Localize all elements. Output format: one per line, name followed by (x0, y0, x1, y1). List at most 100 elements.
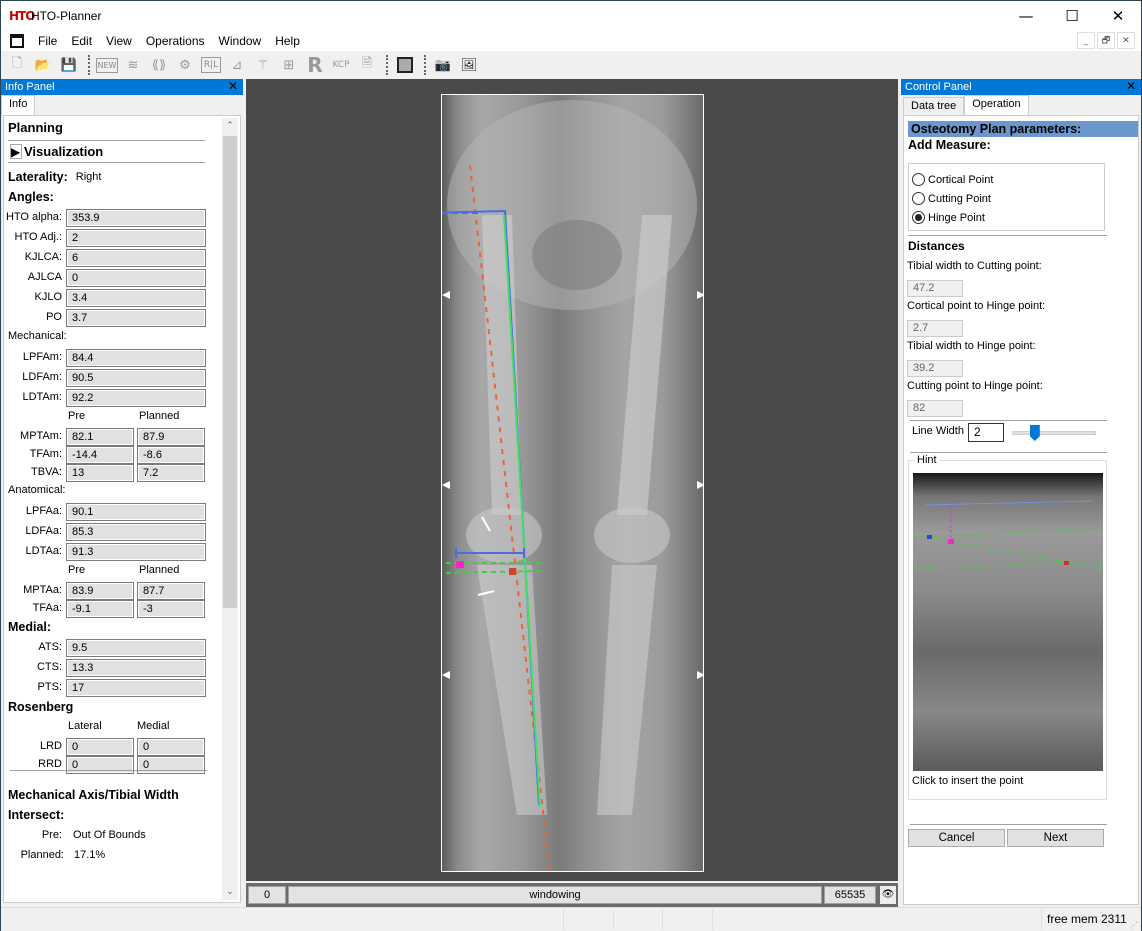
tab-info[interactable]: Info (1, 95, 36, 116)
scroll-up-icon[interactable]: ⌃ (222, 118, 238, 134)
value-field[interactable]: 13.3 (66, 659, 206, 677)
report-icon[interactable]: 🗎 (355, 54, 379, 76)
field-label: ATS: (38, 641, 62, 653)
radio-button-checked[interactable] (912, 211, 925, 224)
value-field[interactable]: 87.9 (137, 428, 205, 446)
tab-operation[interactable]: Operation (964, 95, 1029, 116)
value-field[interactable]: 2 (66, 229, 206, 247)
menu-help[interactable]: Help (268, 34, 307, 48)
line-width-slider-track[interactable] (1012, 425, 1096, 441)
image-icon[interactable]: 🖼 (457, 54, 481, 76)
waves-icon[interactable]: ⟪⟫ (147, 54, 171, 76)
value-field[interactable]: 0 (137, 738, 205, 756)
close-icon[interactable]: ✕ (1126, 79, 1136, 93)
hint-tibial-width-line (924, 500, 1094, 506)
ruler-angle-icon[interactable]: ⊿ (225, 54, 249, 76)
value-field[interactable]: 3.7 (66, 309, 206, 327)
field-label: LPFAa: (25, 505, 62, 517)
radio-hinge-point[interactable]: Hinge Point (912, 211, 985, 224)
eye-ruler-icon[interactable]: 👁 (880, 886, 896, 904)
value-field[interactable]: 0 (66, 269, 206, 287)
menu-view[interactable]: View (99, 34, 139, 48)
value-field[interactable]: 83.9 (66, 582, 134, 600)
menu-operations[interactable]: Operations (139, 34, 212, 48)
mechanical-heading: Mechanical: (8, 330, 67, 342)
axis-tool-icon[interactable]: ⚚ (251, 54, 275, 76)
value-field[interactable]: 3.4 (66, 289, 206, 307)
mdi-close-button[interactable]: ✕ (1117, 32, 1135, 49)
mdi-minimize-button[interactable]: _ (1077, 32, 1095, 49)
info-scrollbar[interactable]: ⌃ ⌄ (222, 118, 238, 900)
value-field[interactable]: 6 (66, 249, 206, 267)
new-file-icon[interactable]: 🗋 (5, 54, 29, 76)
value-field[interactable]: -3 (137, 600, 205, 618)
cortical-to-hinge-field[interactable]: 2.7 (907, 320, 963, 337)
open-folder-icon[interactable]: 📂 (31, 54, 55, 76)
xray-overlay (442, 100, 703, 871)
new-plan-icon[interactable]: NEW (95, 57, 119, 73)
next-button[interactable]: Next (1007, 829, 1104, 847)
scroll-down-icon[interactable]: ⌄ (222, 884, 238, 900)
camera-icon[interactable]: 📷 (431, 54, 455, 76)
laterality-label: Laterality: (8, 170, 68, 184)
value-field[interactable]: 0 (66, 738, 134, 756)
r-tool-icon[interactable]: R (307, 53, 322, 77)
value-field[interactable]: 9.5 (66, 639, 206, 657)
visualization-toggle[interactable]: ▶ Visualization (10, 144, 103, 159)
value-field[interactable]: 0 (66, 756, 134, 774)
value-field[interactable]: 90.1 (66, 503, 206, 521)
kcp-tool-icon[interactable]: KCP (332, 60, 349, 70)
value-field[interactable]: 84.4 (66, 349, 206, 367)
spine-icon[interactable]: ⚙ (173, 54, 197, 76)
value-field[interactable]: 0 (137, 756, 205, 774)
fill-square-icon[interactable] (397, 57, 413, 73)
resize-grip-icon[interactable]: ⋰ (1130, 921, 1138, 930)
value-field[interactable]: -14.4 (66, 446, 134, 464)
grid-tool-icon[interactable]: ⊞ (277, 54, 301, 76)
value-field[interactable]: 353.9 (66, 209, 206, 227)
window-system-icon[interactable] (10, 34, 24, 48)
line-width-slider-thumb[interactable] (1029, 425, 1040, 441)
menu-file[interactable]: File (31, 34, 64, 48)
windowing-slider[interactable]: windowing (288, 886, 822, 904)
scroll-thumb[interactable] (223, 136, 237, 608)
close-button[interactable]: ✕ (1095, 1, 1141, 31)
window-max-value[interactable]: 65535 (824, 886, 876, 904)
tibial-width-to-cutting-field[interactable]: 47.2 (907, 280, 963, 297)
value-field[interactable]: 92.2 (66, 389, 206, 407)
cancel-button[interactable]: Cancel (908, 829, 1005, 847)
image-viewport[interactable] (246, 79, 898, 881)
value-field[interactable]: -8.6 (137, 446, 205, 464)
value-field[interactable]: 13 (66, 464, 134, 482)
radio-cortical-point[interactable]: Cortical Point (912, 173, 993, 186)
toolbar-separator (88, 55, 90, 75)
mdi-restore-button[interactable]: 🗗 (1097, 32, 1115, 49)
value-field[interactable]: 87.7 (137, 582, 205, 600)
value-field[interactable]: 82.1 (66, 428, 134, 446)
value-field[interactable]: 17 (66, 679, 206, 697)
value-field[interactable]: -9.1 (66, 600, 134, 618)
value-field[interactable]: 91.3 (66, 543, 206, 561)
intersect-pre-value: Out Of Bounds (73, 829, 146, 841)
value-field[interactable]: 7.2 (137, 464, 205, 482)
close-icon[interactable]: ✕ (228, 79, 238, 93)
value-field[interactable]: 90.5 (66, 369, 206, 387)
rl-marker-icon[interactable]: R|L (200, 57, 222, 73)
radio-cutting-point[interactable]: Cutting Point (912, 192, 991, 205)
tibial-width-to-hinge-field[interactable]: 39.2 (907, 360, 963, 377)
line-width-input[interactable]: 2 (968, 423, 1004, 442)
value-field[interactable]: 85.3 (66, 523, 206, 541)
mech-axis-heading: Mechanical Axis/Tibial Width (8, 788, 179, 802)
window-min-value[interactable]: 0 (248, 886, 286, 904)
cutting-to-hinge-field[interactable]: 82 (907, 400, 963, 417)
radio-button[interactable] (912, 173, 925, 186)
save-icon[interactable]: 💾 (57, 54, 81, 76)
menu-window[interactable]: Window (212, 34, 269, 48)
tab-data-tree[interactable]: Data tree (903, 97, 965, 116)
radio-button[interactable] (912, 192, 925, 205)
minimize-button[interactable]: — (1003, 1, 1049, 31)
layers-icon[interactable]: ≋ (121, 54, 145, 76)
maximize-button[interactable]: ☐ (1049, 1, 1095, 31)
menu-edit[interactable]: Edit (64, 34, 99, 48)
xray-image[interactable] (441, 94, 704, 872)
